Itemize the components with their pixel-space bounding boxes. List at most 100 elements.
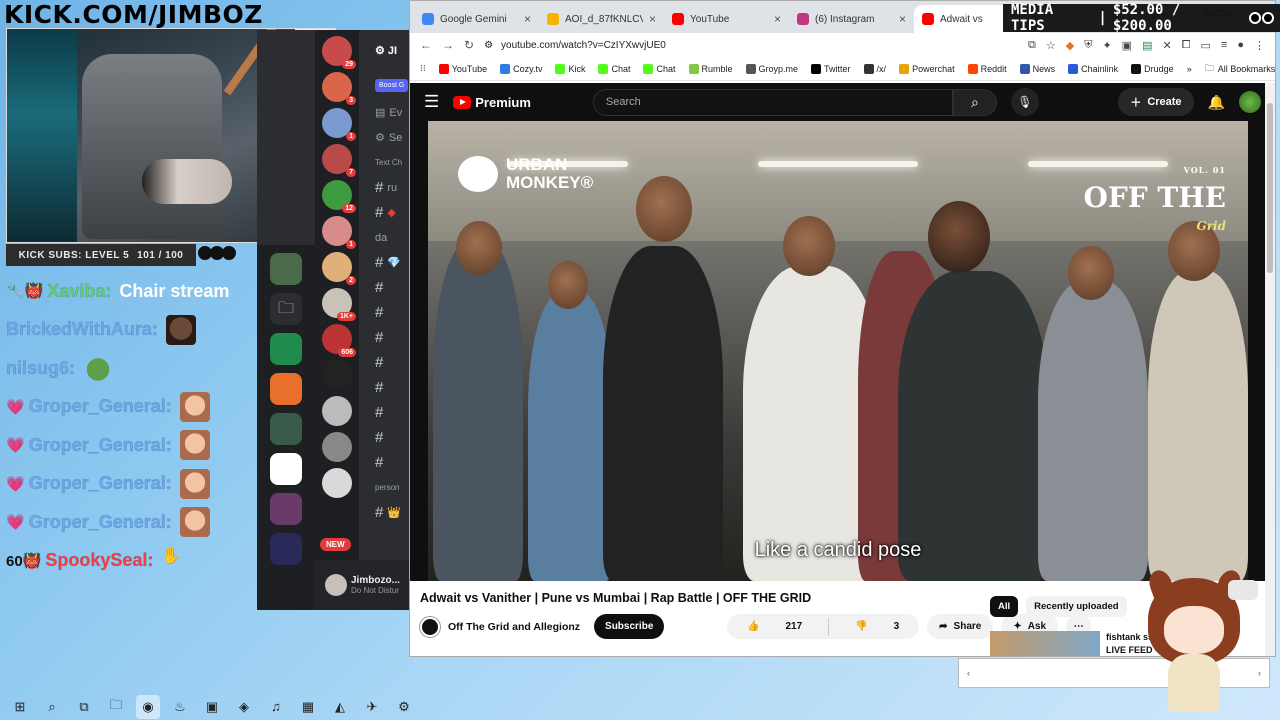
channel[interactable]: # [365, 350, 409, 375]
steam-icon[interactable]: ♨ [168, 695, 192, 719]
channel-name[interactable]: Off The Grid and Allegionz [448, 621, 580, 633]
close-tab-icon[interactable]: × [649, 12, 656, 26]
discord-icon[interactable]: ◈ [232, 695, 256, 719]
chip-all[interactable]: All [990, 596, 1019, 617]
x-icon[interactable]: ✕ [1162, 39, 1171, 52]
taskview-icon[interactable]: ⧉ [72, 695, 96, 719]
folder-icon[interactable]: 🗀 [270, 293, 302, 325]
more-icon[interactable]: ⋮ [1254, 39, 1265, 52]
bookmark-icon[interactable] [270, 333, 302, 365]
channel[interactable]: da [365, 225, 409, 250]
shield-icon[interactable]: ⛨ [1084, 39, 1092, 52]
server-icon[interactable] [270, 533, 302, 565]
channel-server[interactable]: ⚙ Se [365, 125, 409, 150]
more-bookmarks-icon[interactable]: » [1187, 64, 1192, 74]
explorer-icon[interactable]: 🗀 [104, 695, 128, 719]
bookmark-item[interactable]: YouTube [438, 63, 487, 74]
channel[interactable]: # 👑 [365, 500, 409, 525]
app-icon[interactable]: ▦ [296, 695, 320, 719]
dm-avatar[interactable]: 606 [322, 324, 356, 357]
dm-avatar[interactable]: 12 [322, 180, 356, 213]
microphone-icon[interactable]: 🎙 [1010, 88, 1039, 116]
video-player[interactable]: URBAN MONKEY® VOL. 01 OFF THE Grid Like … [428, 121, 1248, 581]
channel[interactable]: # ru [365, 175, 409, 200]
sidepanel-icon[interactable]: ▭ [1201, 39, 1211, 52]
hamburger-menu-icon[interactable]: ☰ [424, 92, 439, 112]
channel[interactable]: # [365, 425, 409, 450]
server-icon[interactable] [270, 493, 302, 525]
recommended-video[interactable]: fishtank s5 LIVE FEED - [990, 631, 1158, 656]
puzzle-icon[interactable]: ⧠ [1182, 39, 1191, 52]
search-input[interactable]: Search [592, 88, 953, 116]
forward-icon[interactable]: → [442, 38, 454, 52]
bookmark-item[interactable]: Rumble [688, 63, 733, 74]
dm-avatar[interactable] [322, 432, 352, 462]
subscribe-button[interactable]: Subscribe [594, 614, 665, 639]
channel[interactable]: # [365, 275, 409, 300]
dm-avatar[interactable] [322, 396, 352, 426]
apps-icon[interactable]: ⁝⁝ [420, 63, 426, 74]
bookmark-item[interactable]: Reddit [967, 63, 1007, 74]
site-info-icon[interactable]: ⚙ [484, 40, 493, 51]
bookmark-item[interactable]: Chainlink [1068, 63, 1118, 74]
bookmark-item[interactable]: Chat [643, 63, 676, 74]
channel[interactable]: # [365, 400, 409, 425]
channel[interactable]: # [365, 375, 409, 400]
dm-avatar[interactable]: 1 [322, 216, 356, 249]
extension-icon[interactable]: ▤ [1142, 39, 1152, 52]
browser-tab[interactable]: Google Gemini × [414, 5, 539, 33]
extension-icon[interactable]: ▣ [1122, 39, 1132, 52]
bookmark-item[interactable]: Groyp.me [745, 63, 798, 74]
user-panel[interactable]: Jimbozo... Do Not Distur [315, 560, 409, 610]
like-button[interactable]: 👍 217 [727, 614, 822, 639]
install-icon[interactable]: ⧉ [1028, 39, 1036, 52]
close-tab-icon[interactable]: × [524, 12, 531, 26]
youtube-logo[interactable]: Premium [453, 95, 531, 110]
chip-recently-uploaded[interactable]: Recently uploaded [1026, 596, 1127, 617]
profile-icon[interactable]: ● [1237, 39, 1244, 52]
video-thumbnail[interactable] [990, 631, 1100, 656]
search-icon[interactable]: ⌕ [952, 88, 997, 116]
close-tab-icon[interactable]: × [899, 12, 906, 26]
browser-tab[interactable]: YouTube × [664, 5, 789, 33]
search-icon[interactable]: ⌕ [40, 695, 64, 719]
dm-avatar[interactable] [322, 468, 352, 498]
dm-avatar[interactable]: 29 [322, 36, 356, 69]
star-icon[interactable]: ☆ [1046, 39, 1056, 52]
dm-avatar[interactable]: 7 [322, 144, 356, 177]
avatar[interactable] [1239, 91, 1261, 113]
windows-icon[interactable]: ⊞ [8, 695, 32, 719]
boost-button[interactable]: Boost G [375, 78, 409, 92]
dm-avatar[interactable]: 2 [322, 252, 356, 285]
bookmark-item[interactable]: Twitter [811, 63, 851, 74]
extension-icon[interactable]: ✦ [1102, 39, 1111, 52]
server-icon[interactable] [270, 453, 302, 485]
channel[interactable]: # 💎 [365, 250, 409, 275]
dm-avatar[interactable]: 3 [322, 72, 356, 105]
browser-tab[interactable]: (6) Instagram × [789, 5, 914, 33]
address-bar[interactable]: ⚙ youtube.com/watch?v=CzIYXwvjUE0 [484, 35, 984, 55]
all-bookmarks-button[interactable]: 🗀 All Bookmarks [1205, 61, 1275, 77]
bookmark-item[interactable]: News [1019, 63, 1055, 74]
adobe-icon[interactable]: ◭ [328, 695, 352, 719]
channel-avatar[interactable] [420, 616, 440, 637]
scroll-left-icon[interactable]: ‹ [967, 668, 970, 678]
channel[interactable]: # [365, 325, 409, 350]
close-tab-icon[interactable]: × [774, 12, 781, 26]
dm-avatar[interactable] [322, 360, 352, 390]
bookmark-item[interactable]: Powerchat [899, 63, 955, 74]
server-icon[interactable] [270, 253, 302, 285]
share-button[interactable]: ➦ Share [927, 614, 994, 639]
bookmark-item[interactable]: Chat [598, 63, 630, 74]
server-icon[interactable] [270, 413, 302, 445]
menu-icon[interactable]: ≡ [1221, 39, 1227, 52]
settings-icon[interactable]: ⚙ [392, 695, 416, 719]
scrollbar[interactable] [1265, 83, 1275, 656]
dm-avatar[interactable]: 1K+ [322, 288, 356, 321]
chrome-icon[interactable]: ◉ [136, 694, 160, 719]
dm-avatar[interactable]: 1 [322, 108, 356, 141]
telegram-icon[interactable]: ✈ [360, 695, 384, 719]
bell-icon[interactable]: 🔔 [1208, 94, 1225, 111]
channel-events[interactable]: ▤ Ev [365, 100, 409, 125]
browser-tab[interactable]: AOI_d_87fKNLCVIPO × [539, 5, 664, 33]
